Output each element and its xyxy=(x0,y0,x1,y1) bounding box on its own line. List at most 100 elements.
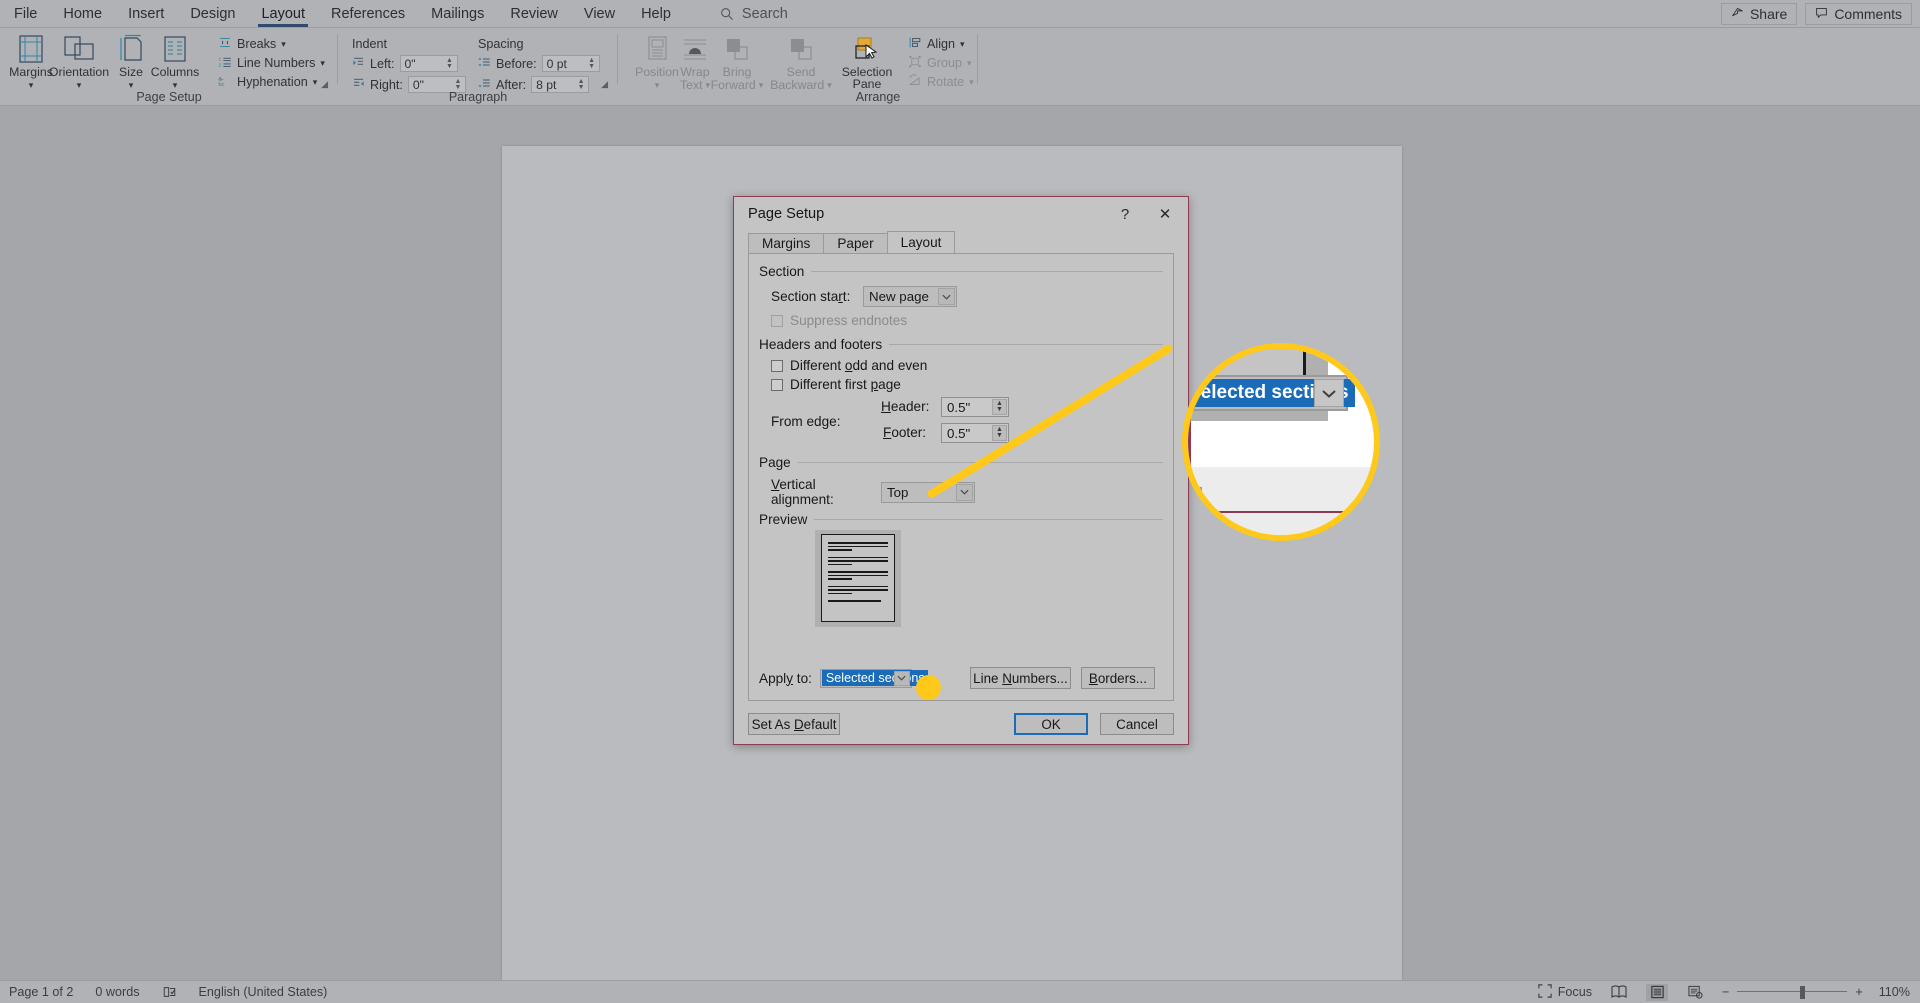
columns-button[interactable]: Columns ▾ xyxy=(148,32,202,91)
preview-line xyxy=(828,563,852,565)
ribbon-tab-label: References xyxy=(331,5,406,22)
print-layout-icon[interactable] xyxy=(1646,983,1668,1001)
zoom-slider[interactable]: − + xyxy=(1722,985,1863,999)
different-first-page-label: Different first page xyxy=(790,377,901,392)
spinner-icon[interactable]: ▲ ▼ xyxy=(992,399,1007,415)
close-icon[interactable]: ✕ xyxy=(1152,203,1178,225)
chevron-down-icon: ▾ xyxy=(312,76,318,87)
dialog-tab-layout[interactable]: Layout xyxy=(886,231,956,253)
spinner-icon[interactable]: ▲ ▼ xyxy=(444,56,456,71)
vertical-alignment-row: Vertical alignment: Top xyxy=(759,477,1163,507)
spacing-before-input[interactable]: 0 pt ▲ ▼ xyxy=(541,55,600,72)
indent-left-row: Left: 0" ▲ ▼ xyxy=(352,55,458,72)
hyphenation-button[interactable]: a-bc Hyphenation ▾ xyxy=(218,74,318,90)
ribbon-tab-insert[interactable]: Insert xyxy=(115,0,177,28)
preview-line xyxy=(828,556,888,558)
ribbon-tab-view[interactable]: View xyxy=(571,0,628,28)
borders-button[interactable]: Borders... xyxy=(1080,667,1155,689)
indent-left-input[interactable]: 0" ▲ ▼ xyxy=(399,55,458,72)
zoom-thumb[interactable] xyxy=(1800,986,1806,999)
ribbon-tab-mailings[interactable]: Mailings xyxy=(418,0,497,28)
read-mode-icon[interactable] xyxy=(1608,984,1630,1001)
headers-footers-group-header: Headers and footers xyxy=(759,337,1163,352)
chevron-down-icon[interactable] xyxy=(893,670,910,686)
preview-rule xyxy=(814,519,1163,520)
preview-line xyxy=(828,542,888,544)
columns-icon xyxy=(161,32,189,66)
chevron-down-icon[interactable] xyxy=(1314,379,1344,407)
selection-pane-button[interactable]: Selection Pane xyxy=(836,32,898,90)
header-distance-label: Header: xyxy=(881,399,930,414)
paragraph-dialog-launcher[interactable]: ◢ xyxy=(601,79,608,90)
zoom-in-button[interactable]: + xyxy=(1855,985,1862,999)
chevron-down-icon: ▾ xyxy=(758,80,764,90)
ribbon-tab-help[interactable]: Help xyxy=(628,0,684,28)
zoom-out-button[interactable]: − xyxy=(1722,985,1729,999)
preview-line xyxy=(828,589,888,591)
web-layout-icon[interactable] xyxy=(1684,984,1706,1001)
share-label: Share xyxy=(1749,6,1788,22)
word-count[interactable]: 0 words xyxy=(95,985,139,999)
align-button[interactable]: Align ▾ xyxy=(908,36,965,52)
line-numbers-button-label: Line Numbers... xyxy=(973,670,1068,686)
ribbon-tab-home[interactable]: Home xyxy=(50,0,115,28)
different-first-page-checkbox[interactable]: Different first page xyxy=(771,377,901,392)
headers-footers-rule xyxy=(889,344,1163,345)
ribbon-group-arrange: Position ▾ Wrap Text ▾ Bring Forward ▾ S… xyxy=(618,28,978,106)
ribbon-tab-review[interactable]: Review xyxy=(497,0,571,28)
spinner-icon[interactable]: ▲ ▼ xyxy=(992,425,1007,441)
ok-button[interactable]: OK xyxy=(1014,713,1088,735)
line-numbers-button[interactable]: Line Numbers... xyxy=(969,667,1071,689)
proofing-icon[interactable] xyxy=(162,985,177,999)
ribbon-tab-label: View xyxy=(583,5,616,22)
ribbon-tab-file[interactable]: File xyxy=(0,0,50,28)
footer-distance-value: 0.5" xyxy=(947,425,971,441)
spinner-icon[interactable]: ▲ ▼ xyxy=(586,56,598,71)
zoom-track[interactable] xyxy=(1737,985,1848,999)
help-icon[interactable]: ? xyxy=(1114,203,1136,225)
dialog-tab-margins[interactable]: Margins xyxy=(748,233,825,253)
comments-button[interactable]: Comments xyxy=(1805,3,1912,25)
share-button[interactable]: Share xyxy=(1720,3,1798,25)
page-group-header: Page xyxy=(759,455,1163,470)
ribbon-tab-references[interactable]: References xyxy=(318,0,418,28)
footer-distance-input[interactable]: 0.5" ▲ ▼ xyxy=(941,423,1009,443)
size-label: Size xyxy=(119,65,143,79)
word-count-label: 0 words xyxy=(95,985,140,999)
set-as-default-button[interactable]: Set As Default xyxy=(748,713,840,735)
breaks-button[interactable]: Breaks ▾ xyxy=(218,36,286,52)
language-indicator[interactable]: English (United States) xyxy=(199,985,328,999)
ribbon-tab-layout[interactable]: Layout xyxy=(248,0,318,28)
header-distance-input[interactable]: 0.5" ▲ ▼ xyxy=(941,397,1009,417)
chevron-down-icon[interactable] xyxy=(956,483,973,501)
magnified-dialog-band xyxy=(1188,469,1374,535)
line-numbers-button[interactable]: 12 Line Numbers ▾ xyxy=(218,55,325,71)
orientation-button[interactable]: Orientation ▾ xyxy=(46,32,112,91)
ribbon-tab-label: Help xyxy=(641,5,671,22)
different-odd-even-checkbox[interactable]: Different odd and even xyxy=(771,358,927,373)
titlebar-actions: Share Comments xyxy=(1720,3,1912,25)
send-backward-button[interactable]: Send Backward ▾ xyxy=(768,32,834,91)
chevron-down-icon[interactable] xyxy=(938,288,955,305)
dialog-tab-paper[interactable]: Paper xyxy=(823,233,888,253)
suppress-endnotes-checkbox[interactable]: Suppress endnotes xyxy=(771,313,907,328)
vertical-alignment-value: Top xyxy=(887,484,909,500)
focus-mode-button[interactable]: Focus xyxy=(1538,983,1592,1001)
apply-to-combo[interactable]: Selected sections xyxy=(819,668,928,688)
page-setup-dialog-launcher[interactable]: ◢ xyxy=(321,79,328,90)
magnified-apply-to-combo[interactable]: Selected sections xyxy=(1188,375,1355,411)
preview-line xyxy=(828,571,888,573)
rotate-button[interactable]: Rotate ▾ xyxy=(908,74,974,90)
size-button[interactable]: Size ▾ xyxy=(110,32,152,91)
send-backward-label: Send xyxy=(786,65,816,79)
cancel-button[interactable]: Cancel xyxy=(1100,713,1174,735)
zoom-level-label[interactable]: 110% xyxy=(1879,985,1910,999)
size-icon xyxy=(117,32,145,66)
section-start-combo[interactable]: New page xyxy=(863,286,957,307)
chevron-down-icon: ▾ xyxy=(281,38,286,49)
bring-forward-button[interactable]: Bring Forward ▾ xyxy=(706,32,768,91)
search-input[interactable]: Search xyxy=(720,6,788,22)
ribbon-tab-design[interactable]: Design xyxy=(177,0,248,28)
page-indicator[interactable]: Page 1 of 2 xyxy=(9,985,73,999)
group-button[interactable]: Group ▾ xyxy=(908,55,972,71)
